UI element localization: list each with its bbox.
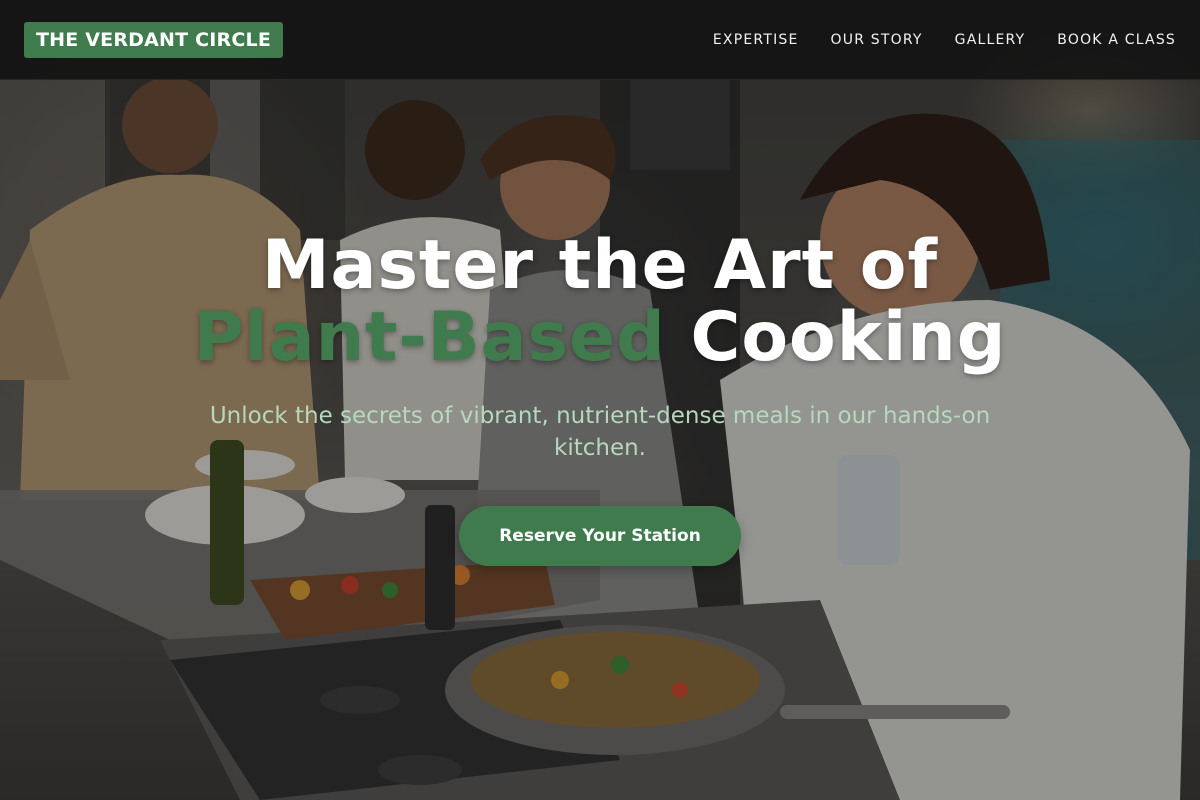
nav-link-book-a-class[interactable]: BOOK A CLASS bbox=[1057, 32, 1176, 48]
landing-page: THE VERDANT CIRCLE EXPERTISE OUR STORY G… bbox=[0, 0, 1200, 800]
brand-logo[interactable]: THE VERDANT CIRCLE bbox=[24, 21, 283, 58]
hero-title: Master the Art of Plant-Based Cooking bbox=[0, 230, 1200, 374]
nav-link-expertise[interactable]: EXPERTISE bbox=[713, 32, 799, 48]
nav-link-gallery[interactable]: GALLERY bbox=[955, 32, 1026, 48]
hero-title-line2: Cooking bbox=[665, 298, 1007, 377]
top-navbar: THE VERDANT CIRCLE EXPERTISE OUR STORY G… bbox=[0, 0, 1200, 80]
nav-link-our-story[interactable]: OUR STORY bbox=[831, 32, 923, 48]
hero-subtitle: Unlock the secrets of vibrant, nutrient-… bbox=[209, 403, 991, 461]
hero-section: Master the Art of Plant-Based Cooking Un… bbox=[0, 230, 1200, 566]
hero-title-accent: Plant-Based bbox=[193, 298, 666, 377]
reserve-station-button[interactable]: Reserve Your Station bbox=[459, 506, 741, 566]
main-nav: EXPERTISE OUR STORY GALLERY BOOK A CLASS bbox=[713, 32, 1176, 48]
hero-title-line1: Master the Art of bbox=[261, 226, 939, 305]
